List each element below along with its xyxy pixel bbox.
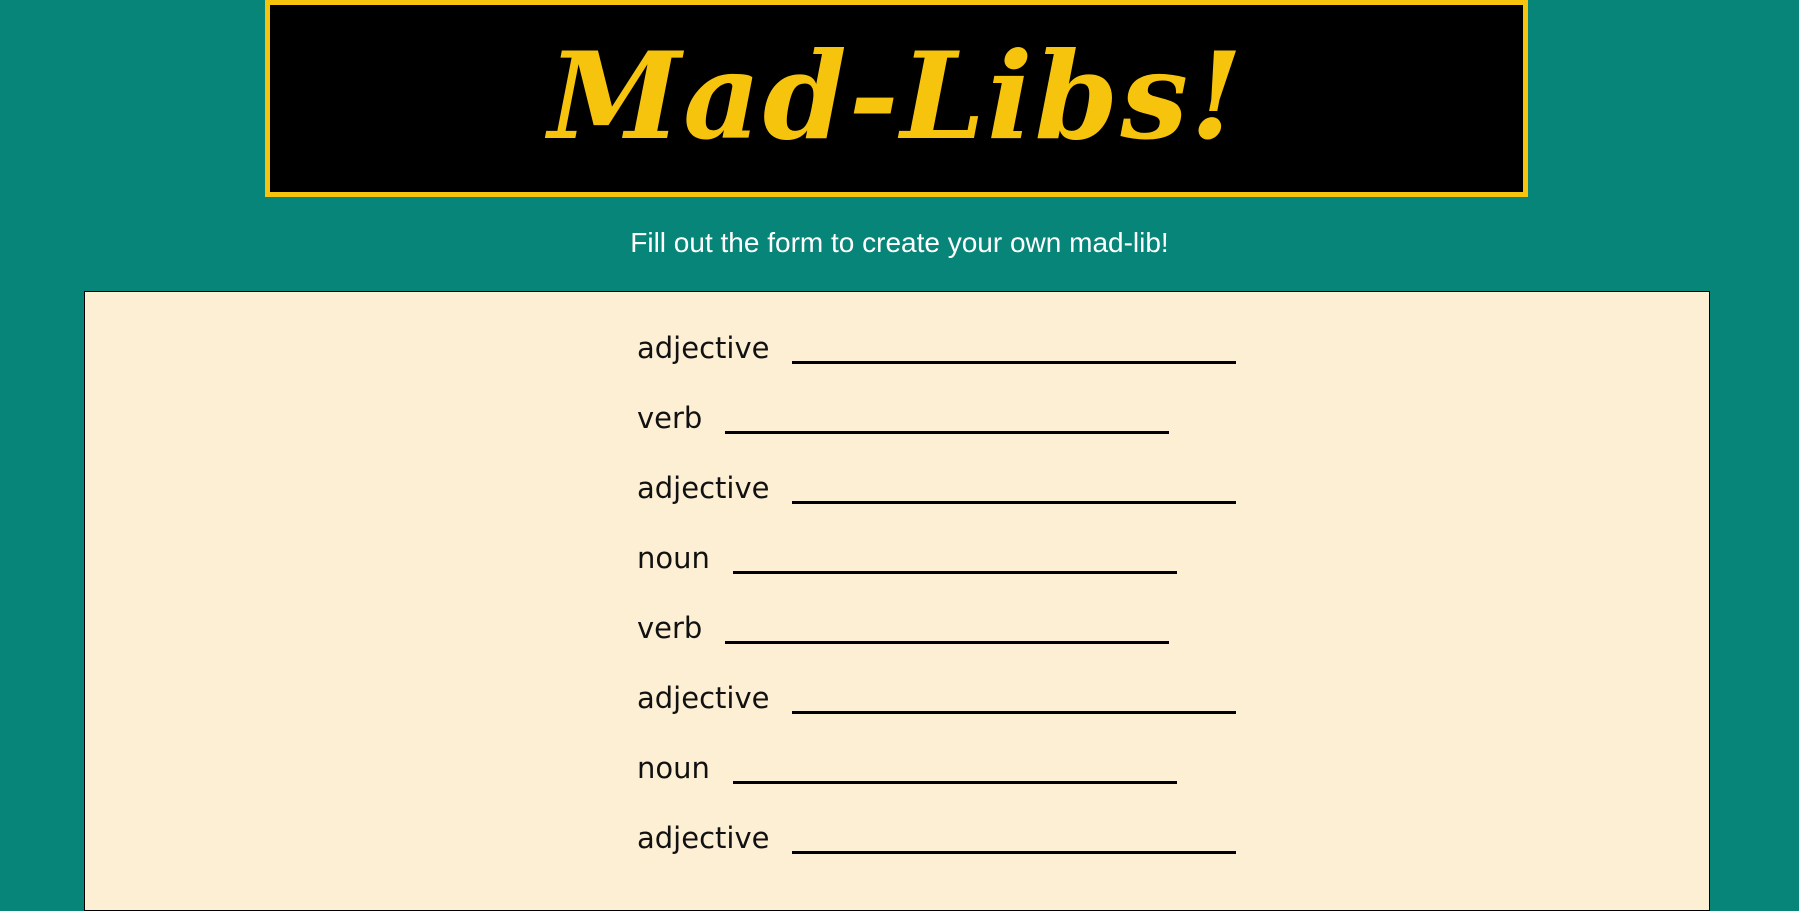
verb-input[interactable]	[725, 611, 1170, 644]
adjective-input[interactable]	[792, 471, 1237, 504]
noun-input[interactable]	[732, 751, 1177, 784]
form-field-row: noun	[637, 526, 1236, 576]
field-label: adjective	[637, 331, 770, 365]
field-label: adjective	[637, 821, 770, 855]
field-label: noun	[637, 541, 710, 575]
form-field-row: verb	[637, 596, 1236, 646]
form-field-row: adjective	[637, 666, 1237, 716]
form-field-row: adjective	[637, 806, 1237, 856]
adjective-input[interactable]	[792, 681, 1237, 714]
form-field-row: noun	[637, 736, 1236, 786]
field-label: adjective	[637, 681, 770, 715]
form-fields: adjective verb adjective noun verb adjec…	[637, 316, 1237, 876]
form-field-row: adjective	[637, 456, 1237, 506]
noun-input[interactable]	[732, 541, 1177, 574]
instructions-text: Fill out the form to create your own mad…	[630, 227, 1169, 258]
field-label: noun	[637, 751, 710, 785]
field-label: verb	[637, 401, 703, 435]
verb-input[interactable]	[725, 401, 1170, 434]
page-title: Mad-Libs!	[548, 25, 1245, 167]
field-label: verb	[637, 611, 703, 645]
title-banner: Mad-Libs!	[265, 0, 1528, 197]
madlib-form: adjective verb adjective noun verb adjec…	[84, 291, 1710, 911]
adjective-input[interactable]	[792, 331, 1237, 364]
adjective-input[interactable]	[792, 821, 1237, 854]
field-label: adjective	[637, 471, 770, 505]
form-field-row: verb	[637, 386, 1236, 436]
form-field-row: adjective	[637, 316, 1237, 366]
